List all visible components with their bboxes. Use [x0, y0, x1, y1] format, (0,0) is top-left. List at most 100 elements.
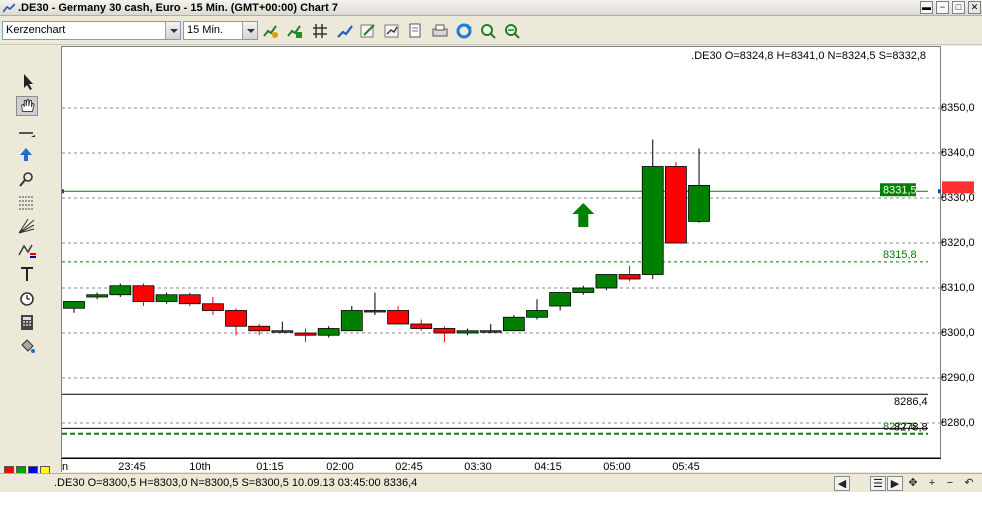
x-tick-label: 05:45: [672, 461, 700, 473]
calculator-icon[interactable]: [16, 312, 38, 332]
print-icon[interactable]: [431, 22, 449, 40]
bottom-blank-area: [0, 492, 982, 525]
chart-plot-area[interactable]: 8331,5 8315,8 8286,4 8277,6 8278,8 .DE30 O=8…: [61, 46, 942, 459]
time-axis[interactable]: 23:45 10th 01:15 02:00 02:45 03:30 04:15 05:00 0…: [61, 458, 941, 473]
fibonacci-icon[interactable]: [16, 192, 38, 212]
hand-pan-icon[interactable]: [16, 96, 38, 116]
grid-icon[interactable]: [311, 22, 329, 40]
y-tick-label: 8320,0: [941, 237, 975, 249]
move-button[interactable]: ✥: [905, 476, 921, 491]
zoom-in-icon[interactable]: [479, 22, 497, 40]
zoom-out-button[interactable]: −: [942, 476, 958, 491]
scroll-right-button[interactable]: ▶: [887, 476, 903, 491]
scroll-bar-button[interactable]: ☰: [870, 476, 886, 491]
candle-body: [595, 274, 618, 289]
chevron-right-icon: ▶: [890, 478, 900, 490]
indicator-add-icon[interactable]: [286, 22, 304, 40]
toolbar: Kerzenchart 15 Min.: [0, 17, 982, 45]
y-tick-label: 8290,0: [941, 372, 975, 384]
x-tick-label: n: [62, 461, 68, 473]
chart-type-value: Kerzenchart: [6, 24, 66, 36]
pattern-icon[interactable]: [16, 240, 38, 260]
timeframe-select[interactable]: 15 Min.: [183, 21, 258, 40]
gann-fan-icon[interactable]: [16, 216, 38, 236]
x-tick-label: 01:15: [256, 461, 284, 473]
alarm-clock-icon[interactable]: [16, 288, 38, 308]
title-bar[interactable]: .DE30 - Germany 30 cash, Euro - 15 Min. …: [0, 0, 982, 16]
plus-icon: +: [928, 477, 936, 489]
copy-icon[interactable]: [407, 22, 425, 40]
zoom-in-button[interactable]: +: [924, 476, 940, 491]
edit-icon[interactable]: [359, 22, 377, 40]
candle-body: [178, 294, 201, 305]
minus-icon: −: [946, 477, 954, 489]
refresh-icon[interactable]: [455, 22, 473, 40]
zoom-tool-icon[interactable]: [16, 169, 38, 189]
chevron-down-icon[interactable]: [165, 22, 180, 39]
ohlc-header: .DE30 O=8324,8 H=8341,0 N=8324,5 S=8332,…: [691, 50, 926, 62]
candle-body: [248, 325, 271, 332]
price-axis[interactable]: 8350,0 8340,0 8330,0 8320,0 8310,0 8300,0 8290…: [941, 46, 982, 472]
candle-body: [665, 166, 687, 244]
chevron-down-icon[interactable]: [242, 22, 257, 39]
y-tick-label: 8350,0: [941, 102, 975, 114]
candle-body: [201, 303, 224, 311]
candle-body: [572, 287, 595, 293]
cursor-arrow-icon[interactable]: [16, 72, 38, 92]
candle-body: [502, 316, 525, 332]
scroll-left-button[interactable]: ◀: [834, 476, 850, 491]
candle-body: [340, 310, 363, 332]
paint-bucket-icon[interactable]: [16, 336, 38, 356]
minimize-button[interactable]: ▬: [920, 1, 933, 14]
move-icon: ✥: [908, 477, 918, 489]
undo-icon: ↶: [964, 477, 974, 489]
restore-icon: −: [939, 2, 946, 12]
y-tick-label: 8330,0: [941, 192, 975, 204]
x-tick-label: 03:30: [464, 461, 492, 473]
chart-window: .DE30 - Germany 30 cash, Euro - 15 Min. …: [0, 0, 982, 525]
timeframe-value: 15 Min.: [187, 24, 224, 36]
close-button[interactable]: ✕: [968, 1, 981, 14]
x-tick-label: 05:00: [603, 461, 631, 473]
candle-body: [155, 294, 178, 302]
chevron-left-icon: ◀: [837, 478, 847, 490]
candle-body: [526, 310, 548, 318]
level-label: 8331,5: [883, 184, 917, 196]
trend-icon[interactable]: [336, 22, 354, 40]
y-tick-label: 8280,0: [941, 417, 975, 429]
arrow-marker-icon[interactable]: [16, 145, 38, 165]
x-tick-label: 10th: [189, 461, 210, 473]
candle-body: [225, 310, 247, 327]
minimize-icon: ▬: [922, 2, 931, 12]
candle-body: [641, 166, 664, 275]
drawing-tools-panel: [0, 46, 54, 462]
objects-icon[interactable]: [383, 22, 401, 40]
chart-type-select[interactable]: Kerzenchart: [2, 21, 181, 40]
grip-icon: ☰: [873, 478, 883, 490]
maximize-icon: □: [955, 2, 962, 12]
x-tick-label: 23:45: [118, 461, 146, 473]
candle-body: [63, 301, 85, 309]
candle-body: [618, 274, 641, 280]
candle-body: [271, 330, 294, 333]
zoom-out-icon[interactable]: [503, 22, 521, 40]
undo-button[interactable]: ↶: [961, 476, 977, 491]
y-tick-label: 8300,0: [941, 327, 975, 339]
level-label: 8278,8: [894, 421, 928, 433]
x-tick-label: 02:45: [395, 461, 423, 473]
candle-body: [410, 323, 433, 329]
candle-body: [86, 294, 109, 298]
current-price-badge: [942, 181, 974, 194]
indicator-icon[interactable]: [262, 22, 280, 40]
buy-arrow-marker: [572, 203, 595, 227]
restore-button[interactable]: −: [936, 1, 949, 14]
price-axis-svg: 8350,0 8340,0 8330,0 8320,0 8310,0 8300,0 8290…: [941, 102, 975, 429]
candle-body: [317, 328, 340, 336]
candle-body: [132, 285, 155, 302]
chart-app-icon: [3, 3, 15, 13]
candlestick-chart[interactable]: 8331,58315,88286,48277,68278,8: [62, 47, 942, 459]
text-tool-icon[interactable]: [16, 264, 38, 284]
horizontal-line-icon[interactable]: [16, 122, 38, 142]
candle-body: [294, 332, 317, 336]
maximize-button[interactable]: □: [952, 1, 965, 14]
